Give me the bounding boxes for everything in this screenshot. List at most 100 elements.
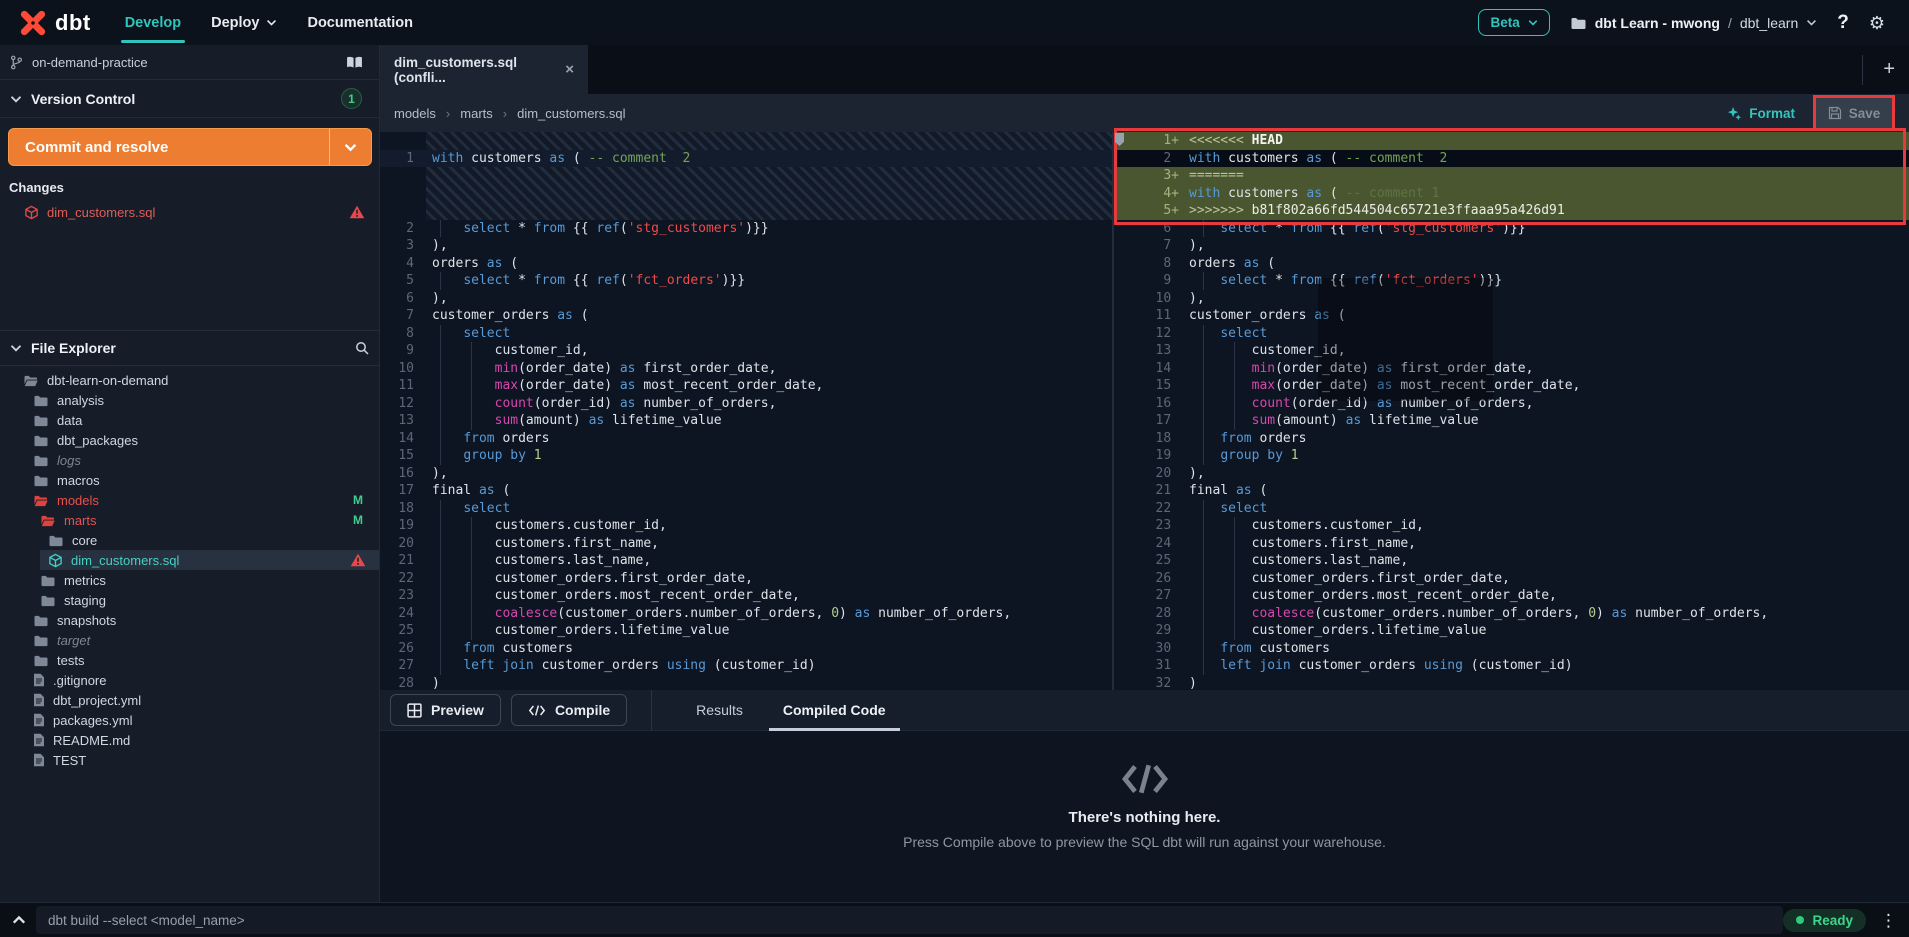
line-content: ),: [1189, 237, 1909, 255]
line-number: 26: [1114, 570, 1189, 588]
docs-book-icon[interactable]: [346, 56, 363, 69]
branch-selector[interactable]: on-demand-practice: [0, 45, 379, 80]
tree-item-label: snapshots: [57, 613, 116, 628]
model-cube-icon: [24, 205, 39, 220]
tree-item-analysis[interactable]: analysis: [0, 390, 379, 410]
tree-item-marts[interactable]: martsM: [0, 510, 379, 530]
compile-button[interactable]: Compile: [511, 694, 627, 726]
account-project-selector[interactable]: dbt Learn - mwong / dbt_learn: [1570, 15, 1818, 31]
toolbar-actions: Format Save: [1727, 95, 1895, 131]
tree-item-packages-yml[interactable]: packages.yml: [0, 710, 379, 730]
line-content: final as (: [426, 482, 1112, 500]
line-number: 27: [1114, 587, 1189, 605]
diff-editor[interactable]: 1with customers as ( -- comment 22 selec…: [380, 132, 1909, 690]
breadcrumb-separator: ›: [446, 106, 450, 121]
tree-item-dim-customers-sql[interactable]: dim_customers.sql: [0, 550, 379, 570]
line-content: ),: [426, 465, 1112, 483]
beta-toggle[interactable]: Beta: [1478, 9, 1549, 36]
line-number: 13: [1114, 342, 1189, 360]
nav-right-cluster: Beta dbt Learn - mwong / dbt_learn ? ⚙: [1478, 0, 1885, 45]
nav-item-develop[interactable]: Develop: [125, 0, 181, 45]
chevron-down-icon: [1528, 19, 1538, 26]
tab-bar-right: +: [1862, 45, 1901, 94]
tree-item-readme-md[interactable]: README.md: [0, 730, 379, 750]
diff-filler-hatch: [426, 167, 1112, 220]
line-number: 3: [380, 237, 426, 255]
file-explorer-header[interactable]: File Explorer: [0, 330, 379, 366]
code-line: 19 group by 1: [1114, 447, 1909, 465]
tree-item-label: tests: [57, 653, 84, 668]
tree-item--gitignore[interactable]: .gitignore: [0, 670, 379, 690]
diff-pane-modified[interactable]: 1+<<<<<<< HEAD2 with customers as ( -- c…: [1112, 132, 1909, 690]
chevron-up-icon[interactable]: [12, 915, 26, 925]
search-icon[interactable]: [355, 341, 369, 355]
code-line: 5+>>>>>>> b81f802a66fd544504c65721e3ffaa…: [1114, 202, 1909, 220]
nav-item-label: Deploy: [211, 15, 259, 31]
commit-button-dropdown[interactable]: [329, 129, 371, 165]
tree-item-snapshots[interactable]: snapshots: [0, 610, 379, 630]
tree-item-metrics[interactable]: metrics: [0, 570, 379, 590]
save-button[interactable]: Save: [1816, 98, 1892, 128]
changed-file-row[interactable]: dim_customers.sql: [0, 202, 379, 222]
tree-item-dbt-learn-on-demand[interactable]: dbt-learn-on-demand: [0, 370, 379, 390]
tree-item-logs[interactable]: logs: [0, 450, 379, 470]
indent-guide: [440, 395, 441, 413]
diff-pane-original[interactable]: 1with customers as ( -- comment 22 selec…: [380, 132, 1112, 690]
tree-item-target[interactable]: target: [0, 630, 379, 650]
commit-and-resolve-button[interactable]: Commit and resolve: [8, 128, 372, 166]
tab-close-icon[interactable]: ×: [565, 61, 574, 78]
tree-item-staging[interactable]: staging: [0, 590, 379, 610]
code-line: 8 orders as (: [1114, 255, 1909, 273]
tree-item-macros[interactable]: macros: [0, 470, 379, 490]
tree-item-dbt-packages[interactable]: dbt_packages: [0, 430, 379, 450]
code-line: 16 count(order_id) as number_of_orders,: [1114, 395, 1909, 413]
kebab-menu-icon[interactable]: ⋮: [1880, 912, 1897, 929]
indent-guide: [1234, 587, 1235, 605]
indent-guide: [1203, 360, 1204, 378]
nav-item-deploy[interactable]: Deploy: [211, 0, 277, 45]
indent-guide: [1203, 570, 1204, 588]
indent-guide: [1203, 640, 1204, 658]
code-line: 25 customer_orders.lifetime_value: [380, 622, 1112, 640]
settings-gear-icon[interactable]: ⚙: [1869, 14, 1885, 32]
new-tab-button[interactable]: +: [1877, 58, 1901, 81]
folder-icon: [33, 634, 49, 647]
tree-item-tests[interactable]: tests: [0, 650, 379, 670]
tree-item-label: models: [57, 493, 99, 508]
tree-item-test[interactable]: TEST: [0, 750, 379, 770]
modified-badge: M: [353, 513, 363, 527]
line-content: ),: [426, 290, 1112, 308]
indent-guide: [1234, 517, 1235, 535]
version-control-header[interactable]: Version Control 1: [0, 80, 379, 118]
file-icon: [33, 693, 45, 707]
nav-item-documentation[interactable]: Documentation: [307, 0, 413, 45]
tab-dim-customers[interactable]: dim_customers.sql (confli... ×: [380, 45, 588, 94]
tree-item-dbt-project-yml[interactable]: dbt_project.yml: [0, 690, 379, 710]
tree-item-core[interactable]: core: [0, 530, 379, 550]
indent-guide: [440, 500, 441, 518]
indent-guide: [1203, 587, 1204, 605]
format-button[interactable]: Format: [1727, 106, 1795, 121]
dbt-logo-icon: [20, 10, 46, 36]
dbt-command-input[interactable]: [36, 906, 1783, 934]
dbt-logo[interactable]: dbt: [20, 10, 91, 36]
tree-item-label: dbt_packages: [57, 433, 138, 448]
dbt-cloud-ide: dbt Develop Deploy Documentation Beta: [0, 0, 1909, 937]
tab-compiled-code[interactable]: Compiled Code: [763, 690, 906, 731]
preview-button[interactable]: Preview: [390, 694, 501, 726]
help-button[interactable]: ?: [1837, 12, 1849, 34]
tree-item-models[interactable]: modelsM: [0, 490, 379, 510]
branch-name: on-demand-practice: [32, 55, 148, 70]
account-separator: /: [1728, 15, 1732, 31]
line-number: 31: [1114, 657, 1189, 675]
tree-item-data[interactable]: data: [0, 410, 379, 430]
code-line: 24 coalesce(customer_orders.number_of_or…: [380, 605, 1112, 623]
line-number: 6: [380, 290, 426, 308]
commit-button-label-area[interactable]: Commit and resolve: [9, 129, 329, 165]
changed-file-name: dim_customers.sql: [47, 205, 155, 220]
folder-icon: [33, 654, 49, 667]
tab-results[interactable]: Results: [676, 690, 763, 731]
preview-label: Preview: [431, 702, 484, 718]
line-content: customers.last_name,: [426, 552, 1112, 570]
line-number: 23: [380, 587, 426, 605]
